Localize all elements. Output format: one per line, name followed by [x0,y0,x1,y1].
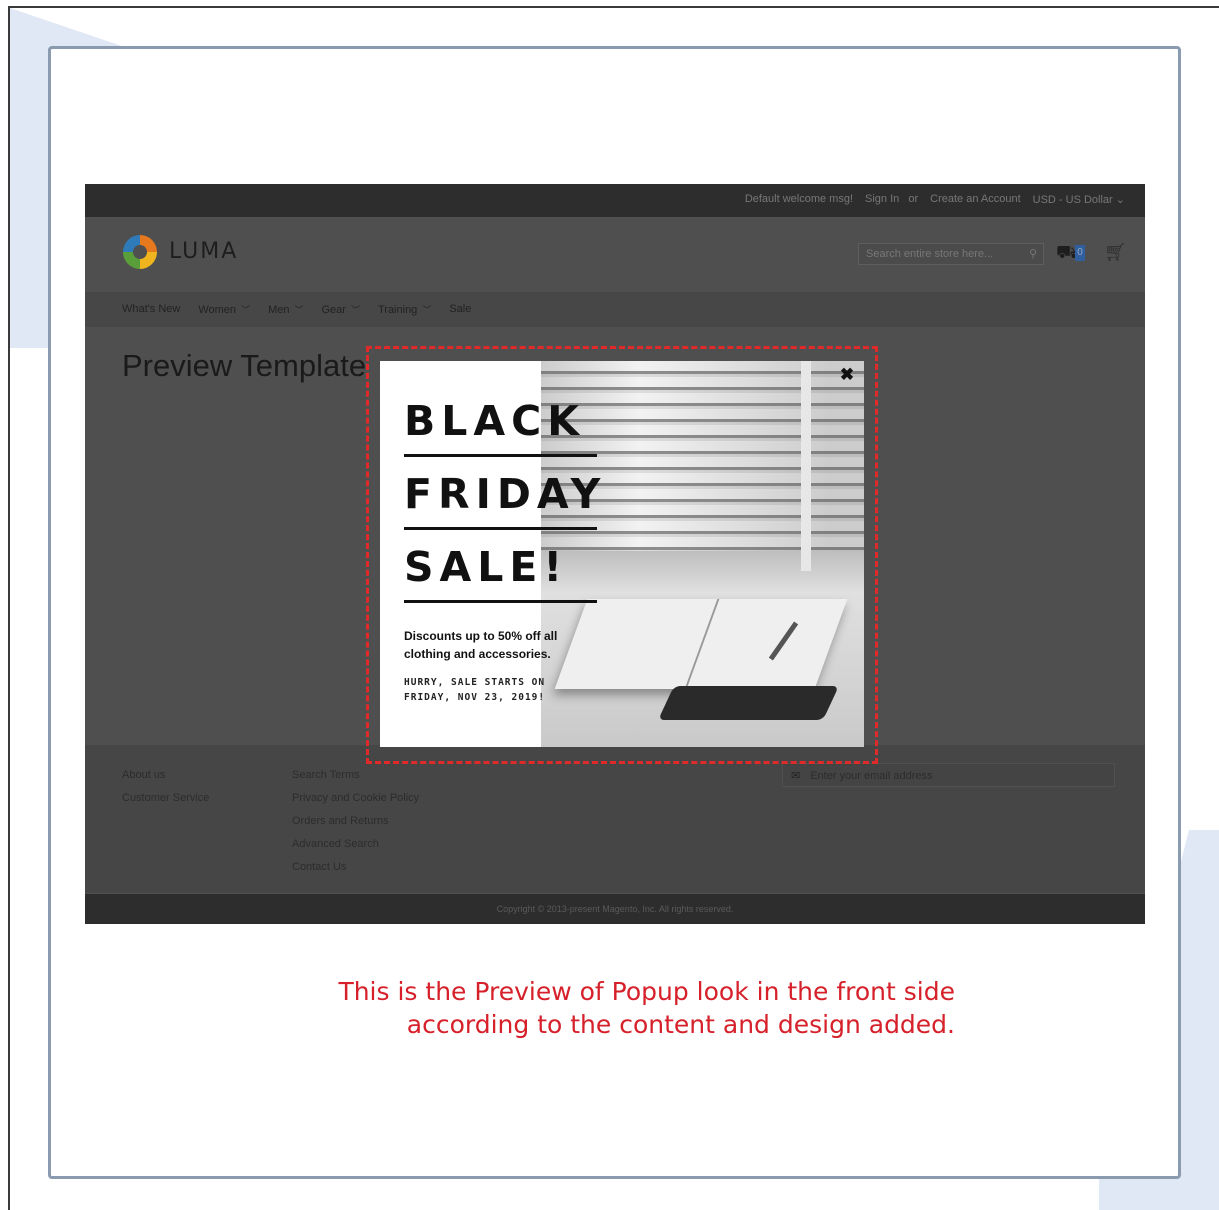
envelope-icon: ✉ [791,770,801,782]
footer-link-customer-service[interactable]: Customer Service [122,787,209,810]
nav-item-women[interactable]: Women ﹀ [198,303,250,316]
search-input[interactable]: Search entire store here... ⚲ [858,243,1044,265]
nav-item-training[interactable]: Training ﹀ [378,303,431,316]
footer-link-advanced-search[interactable]: Advanced Search [292,833,419,856]
black-friday-popup[interactable]: BLACK FRIDAY SALE! Discounts up to 50% o… [380,361,864,747]
chevron-down-icon: ⌄ [1115,194,1125,206]
copyright-bar: Copyright © 2013-present Magento, Inc. A… [85,894,1145,924]
footer-link-privacy[interactable]: Privacy and Cookie Policy [292,787,419,810]
close-icon[interactable]: ✖ [838,366,856,384]
popup-divider [404,454,597,457]
nav-item-gear[interactable]: Gear ﹀ [321,303,359,316]
store-header: LUMA Search entire store here... ⚲ ⛟ 0 🛒… [85,217,1145,289]
nav-item-sale[interactable]: Sale [449,303,471,316]
chevron-down-icon: ﹀ [350,305,360,315]
footer-link-contact-us[interactable]: Contact Us [292,856,419,879]
luma-logo-icon[interactable] [123,235,157,269]
store-footer: About us Customer Service Search Terms P… [85,745,1145,893]
newsletter-email-input[interactable]: ✉ Enter your email address [782,763,1115,787]
popup-heading-line: FRIDAY [404,470,607,518]
chevron-down-icon: ﹀ [294,305,304,315]
or-text: or [908,193,919,205]
sign-in-link[interactable]: Sign In [865,193,899,205]
store-top-bar: Default welcome msg! Sign In or Create a… [85,184,1145,217]
currency-switcher[interactable]: USD - US Dollar ⌄ [1033,193,1125,206]
footer-link-search-terms[interactable]: Search Terms [292,764,419,787]
footer-link-about-us[interactable]: About us [122,764,209,787]
page-title: Preview Template [122,348,367,383]
chevron-down-icon: ﹀ [241,305,251,315]
cart-icon[interactable]: 🛒︎ [1104,242,1127,263]
popup-heading-line: SALE! [404,543,569,591]
explanation-caption: This is the Preview of Popup look in the… [200,975,955,1041]
popup-divider [404,600,597,603]
welcome-message: Default welcome msg! [744,193,854,205]
compare-count-badge: 0 [1075,245,1085,261]
page-border [8,6,1219,8]
footer-link-orders-returns[interactable]: Orders and Returns [292,810,419,833]
nav-item-men[interactable]: Men ﹀ [268,303,303,316]
popup-heading-line: BLACK [404,397,585,445]
chevron-down-icon: ﹀ [422,305,432,315]
caption-line: according to the content and design adde… [406,1010,955,1039]
caption-line: This is the Preview of Popup look in the… [338,977,955,1006]
search-icon[interactable]: ⚲ [1029,247,1037,260]
popup-sale-date: HURRY, SALE STARTS ON FRIDAY, NOV 23, 20… [404,677,546,703]
nav-item-whats-new[interactable]: What's New [122,303,180,316]
page-border [8,6,10,1210]
popup-divider [404,527,597,530]
main-navigation: What's New Women ﹀ Men ﹀ Gear ﹀ Training ﹀ S… [85,292,1145,327]
popup-description: Discounts up to 50% off all clothing and… [404,629,558,661]
create-account-link[interactable]: Create an Account [930,193,1021,206]
popup-background-photo [541,361,864,747]
logo-text[interactable]: LUMA [169,239,238,264]
